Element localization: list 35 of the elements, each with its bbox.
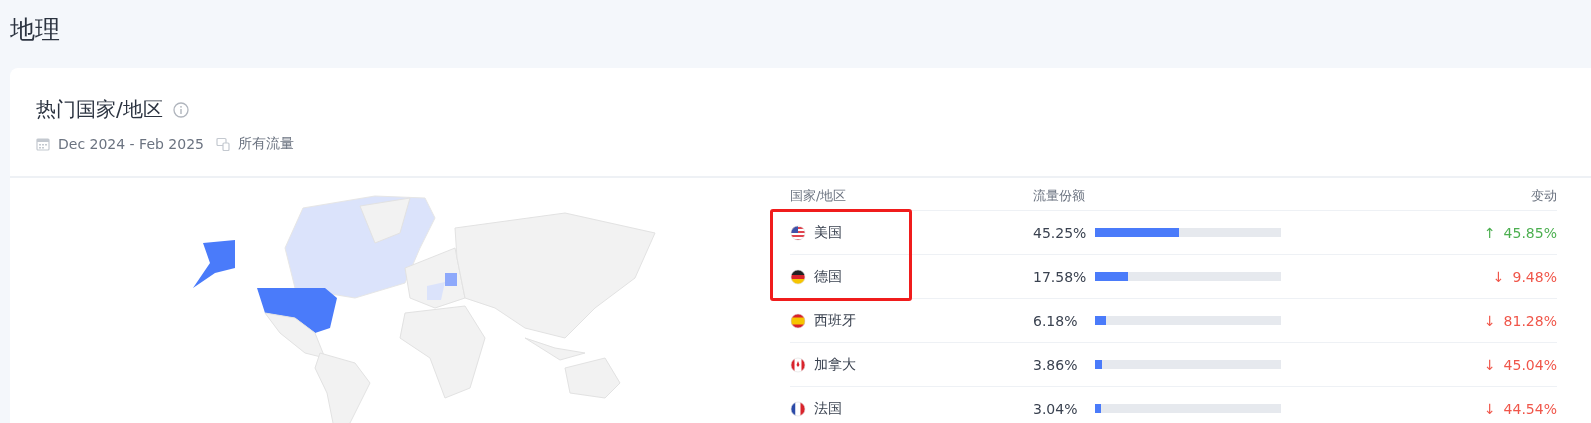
flag-icon: [790, 312, 806, 329]
traffic-filter: 所有流量: [238, 135, 294, 153]
traffic-share: 6.18%: [1033, 312, 1079, 329]
flag-icon: [790, 224, 806, 241]
card-title: 热门国家/地区: [36, 96, 163, 123]
calendar-icon: [36, 137, 50, 151]
date-range: Dec 2024 - Feb 2025: [58, 136, 204, 152]
page-title: 地理: [9, 14, 61, 46]
column-header: 流量份额: [1033, 187, 1086, 205]
trend-arrow: ↑: [1483, 224, 1496, 241]
change-value: 44.54%: [1503, 400, 1557, 417]
change-value: 45.04%: [1503, 356, 1557, 373]
flag-icon: [790, 268, 806, 285]
traffic-share: 45.25%: [1033, 224, 1088, 241]
flag-icon: [790, 356, 806, 373]
traffic-share: 3.86%: [1033, 356, 1079, 373]
country-name: 西班牙: [814, 311, 856, 330]
trend-arrow: ↓: [1483, 400, 1496, 417]
devices-icon: [216, 137, 230, 151]
trend-arrow: ↓: [1483, 312, 1496, 329]
traffic-share: 3.04%: [1033, 400, 1079, 417]
column-header: 国家/地区: [790, 187, 848, 205]
change-value: 45.85%: [1503, 224, 1557, 241]
trend-arrow: ↓: [1483, 356, 1496, 373]
country-name: 法国: [814, 399, 842, 418]
country-name: 加拿大: [814, 355, 856, 374]
country-name: 德国: [814, 267, 842, 286]
change-value: 9.48%: [1512, 268, 1557, 285]
trend-arrow: ↓: [1492, 268, 1505, 285]
country-name: 美国: [814, 223, 842, 242]
change-value: 81.28%: [1503, 312, 1557, 329]
traffic-share: 17.58%: [1033, 268, 1088, 285]
info-icon[interactable]: [172, 101, 189, 118]
flag-icon: [790, 400, 806, 417]
column-header: 变动: [1530, 187, 1557, 205]
